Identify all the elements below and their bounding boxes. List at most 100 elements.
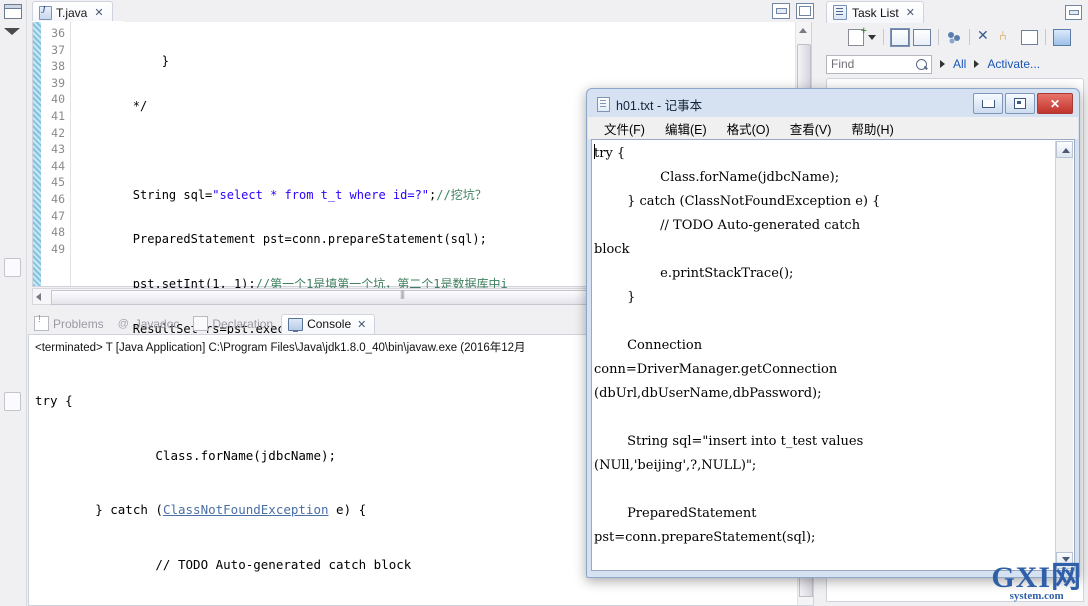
watermark-main: GXI网 [991,561,1082,594]
minimized-view-outline[interactable] [4,392,21,411]
filter-all-link[interactable]: All [953,57,966,71]
search-input[interactable]: Find [826,54,932,74]
tab-problems[interactable]: Problems [28,314,112,334]
scroll-left-icon[interactable] [36,293,41,301]
console-icon [288,317,304,332]
task-list-filter-row: Find All Activate... [826,52,1084,76]
tab-declaration[interactable]: Declaration [187,314,281,334]
maximize-button[interactable] [1005,93,1035,114]
menu-view[interactable]: 查看(V) [780,117,842,140]
editor-tab-bar: J T.java ✕ [28,0,818,23]
search-icon[interactable] [916,58,927,70]
editor-tab-tjava[interactable]: J T.java ✕ [32,1,113,23]
restore-tasks-icon[interactable]: ⑃ [999,28,1017,46]
line-number: 44 [51,158,65,173]
menu-file[interactable]: 文件(F) [594,117,655,140]
collapse-all-icon[interactable] [1021,29,1038,45]
notepad-title: h01.txt - 记事本 [597,95,702,114]
line-number: 37 [51,42,65,57]
line-number: 42 [51,125,65,140]
close-button[interactable]: ✕ [1037,93,1073,114]
declaration-icon [193,316,209,331]
tab-task-list[interactable]: Task List ✕ [826,1,924,23]
toolbar-separator [969,29,970,45]
notepad-vertical-scrollbar[interactable] [1055,141,1073,569]
tab-javadoc[interactable]: @ Javadoc [112,315,188,334]
task-list-tab-bar: Task List ✕ [822,0,1088,23]
notepad-title-text: h01.txt - 记事本 [616,99,703,113]
java-file-icon: J [39,5,52,20]
chevron-down-icon[interactable] [4,28,20,35]
task-list-icon [833,5,847,20]
maximize-icon[interactable] [796,3,814,19]
line-number: 41 [51,108,65,123]
tab-label: Task List [852,5,899,20]
notepad-title-bar[interactable]: h01.txt - 记事本 ✕ [587,89,1079,117]
tab-label: Problems [53,316,104,331]
editor-scroll-thumb[interactable] [797,44,811,94]
line-number: 40 [51,92,65,107]
notepad-menu-bar: 文件(F) 编辑(E) 格式(O) 查看(V) 帮助(H) [588,117,1078,139]
close-icon[interactable]: ✕ [357,318,366,331]
new-task-icon[interactable] [848,25,867,46]
tab-console[interactable]: Console ✕ [281,314,376,334]
categorized-presentation-icon[interactable] [890,27,910,47]
line-number: 46 [51,191,65,206]
notepad-window-controls: ✕ [973,93,1073,114]
view-menu-icon[interactable] [1053,28,1071,46]
javadoc-icon: @ [117,317,129,330]
focus-on-workweek-icon[interactable] [946,30,962,45]
task-list-toolbar: ✕ ⑃ [826,24,1084,50]
line-number: 47 [51,208,65,223]
maximize-icon [1014,98,1026,109]
code-line: } [75,54,169,68]
scroll-up-icon[interactable] [799,28,807,33]
minimize-button[interactable] [973,93,1003,114]
notepad-document-icon [597,97,610,112]
menu-edit[interactable]: 编辑(E) [655,117,717,140]
editor-change-ruler [33,22,41,286]
minimize-icon [981,99,995,108]
line-number: 45 [51,175,65,190]
gutter-separator [70,22,71,286]
line-number: 49 [51,241,65,256]
editor-tab-label: T.java [56,5,88,20]
scroll-up-button[interactable] [1056,141,1073,158]
search-placeholder: Find [831,57,855,71]
notepad-text-content[interactable]: try { Class.forName(jdbcName); } catch (… [594,142,1055,568]
close-icon: ✕ [1049,96,1061,111]
watermark: GXI网 system.com [991,563,1082,602]
tab-label: Console [307,317,352,331]
activate-link[interactable]: Activate... [987,57,1040,71]
chevron-right-icon[interactable] [940,60,945,68]
close-icon[interactable]: ✕ [94,6,103,19]
line-number: 43 [51,142,65,157]
synchronize-changed-icon[interactable]: ✕ [977,28,995,46]
problems-icon [34,314,49,331]
line-number: 38 [51,59,65,74]
tab-label: Javadoc [134,317,180,331]
screenshot-root: J T.java ✕ 36 37 38 39 40 41 42 43 44 45… [0,0,1088,606]
scheduled-presentation-icon[interactable] [913,28,931,46]
toolbar-separator [883,29,884,45]
scroll-up-icon [1062,148,1070,153]
line-number: 36 [51,26,65,40]
minimize-icon[interactable] [772,3,790,19]
minimize-icon[interactable] [1065,5,1082,20]
chevron-right-icon[interactable] [974,60,980,68]
notepad-window[interactable]: h01.txt - 记事本 ✕ 文件(F) 编辑(E) 格式(O) 查看(V) … [586,88,1080,578]
editor-line-numbers: 36 37 38 39 40 41 42 43 44 45 46 47 48 4… [42,22,68,286]
toolbar-separator [1045,29,1046,45]
toolbar-separator [938,29,939,45]
menu-help[interactable]: 帮助(H) [841,117,903,140]
tab-label: Declaration [212,316,274,331]
chevron-down-icon[interactable] [868,34,876,40]
close-icon[interactable]: ✕ [906,6,915,19]
minimized-view-package-explorer[interactable] [4,258,21,277]
menu-format[interactable]: 格式(O) [717,117,780,140]
restore-view-icon[interactable] [4,4,22,19]
left-trim-stack [0,0,27,606]
exception-link[interactable]: ClassNotFoundException [163,502,329,517]
notepad-client-area[interactable]: try { Class.forName(jdbcName); } catch (… [591,139,1075,571]
line-number: 48 [51,225,65,240]
